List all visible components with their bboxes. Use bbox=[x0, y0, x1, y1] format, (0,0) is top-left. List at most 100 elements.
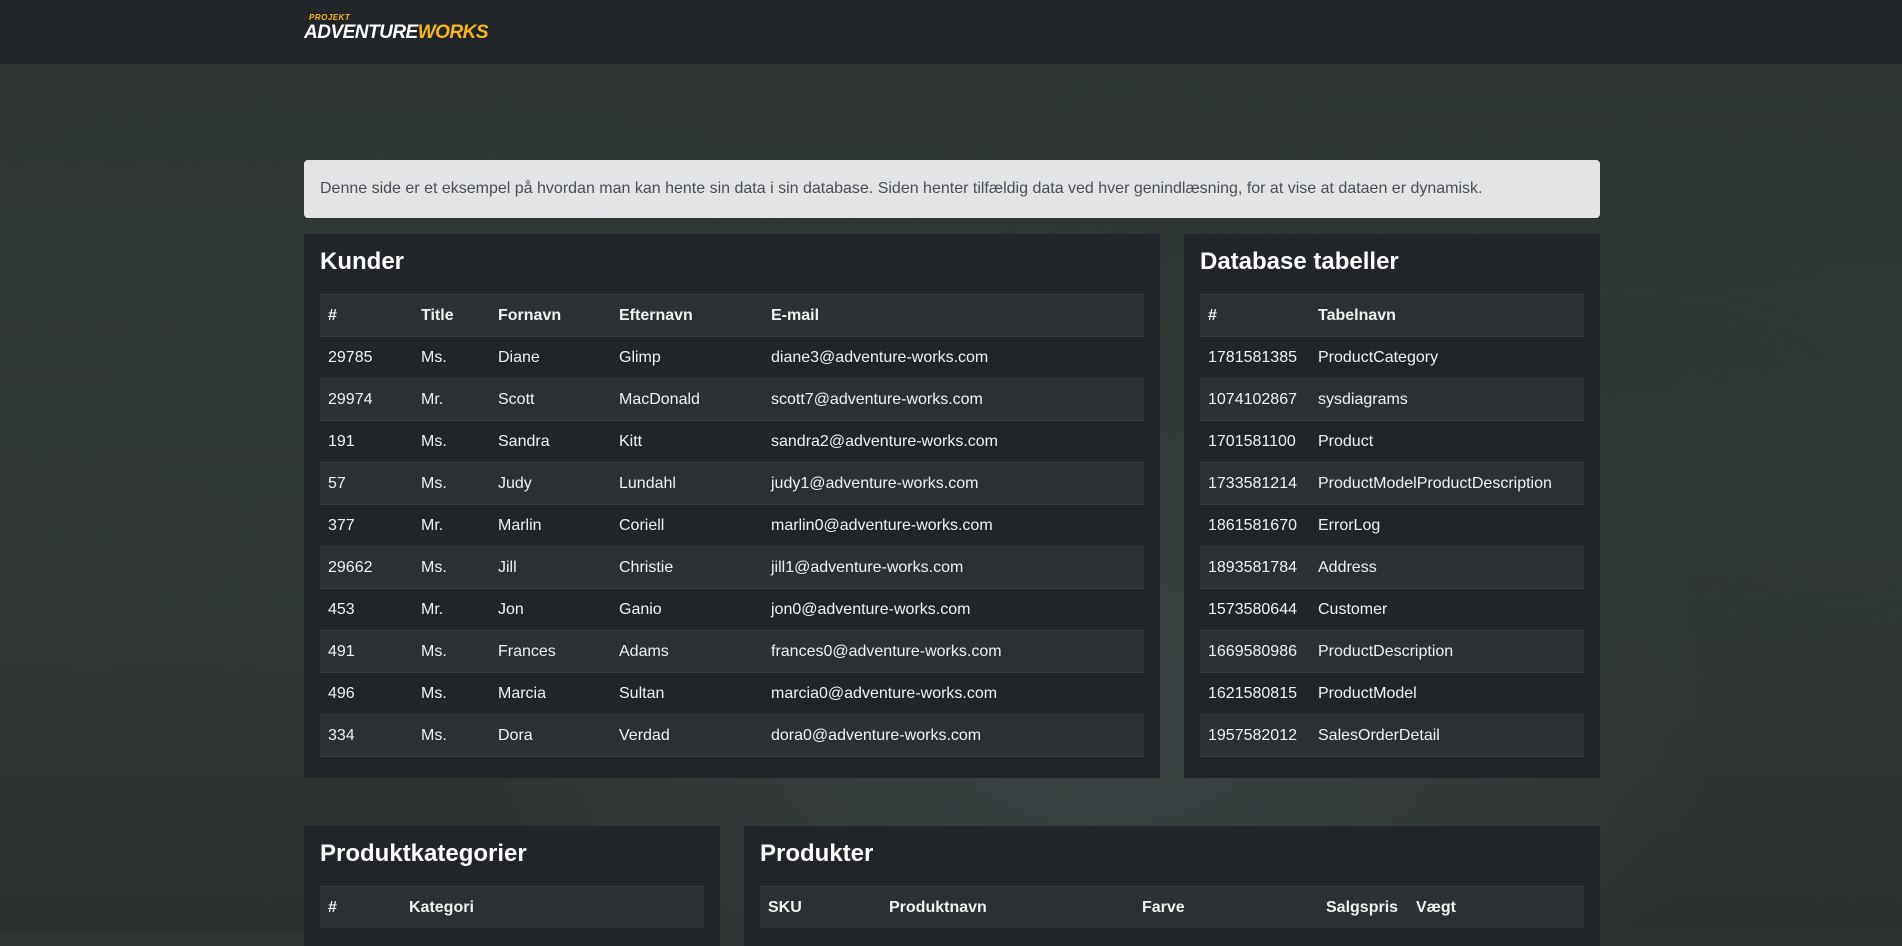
table-row: 1861581670 ErrorLog bbox=[1200, 504, 1584, 547]
table-cell: Coriell bbox=[611, 504, 763, 547]
table-cell: dora0@adventure-works.com bbox=[763, 714, 1144, 757]
table-cell: sandra2@adventure-works.com bbox=[763, 420, 1144, 463]
table-cell: Judy bbox=[490, 462, 611, 505]
table-cell: marcia0@adventure-works.com bbox=[763, 672, 1144, 715]
table-cell: ErrorLog bbox=[1310, 504, 1584, 547]
table-cell: 191 bbox=[320, 420, 413, 463]
table-cell: Frances bbox=[490, 630, 611, 673]
table-cell: Ms. bbox=[413, 714, 490, 757]
table-cell: 496 bbox=[320, 672, 413, 715]
table-row: 377 Mr. Marlin Coriell marlin0@adventure-wor… bbox=[320, 504, 1144, 547]
table-cell: Dora bbox=[490, 714, 611, 757]
table-cell: 1893581784 bbox=[1200, 546, 1310, 589]
table-row: 453 Mr. Jon Ganio jon0@adventure-works.com bbox=[320, 588, 1144, 631]
products-title: Produkter bbox=[760, 840, 874, 867]
db-tables-panel: Database tabeller # Tabelnavn 1781581385 P… bbox=[1184, 234, 1600, 778]
table-cell: diane3@adventure-works.com bbox=[763, 336, 1144, 379]
table-row: 1781581385 ProductCategory bbox=[1200, 336, 1584, 379]
adventureworks-logo[interactable]: PROJEKT ADVENTUREWORKS bbox=[304, 14, 489, 43]
table-cell: scott7@adventure-works.com bbox=[763, 378, 1144, 421]
table-cell: 1701581100 bbox=[1200, 420, 1310, 463]
table-cell: Ms. bbox=[413, 462, 490, 505]
column-header: Efternavn bbox=[611, 294, 763, 337]
table-cell: Mr. bbox=[413, 378, 490, 421]
table-cell: Product bbox=[1310, 420, 1584, 463]
table-cell: frances0@adventure-works.com bbox=[763, 630, 1144, 673]
table-cell: 334 bbox=[320, 714, 413, 757]
logo-word-works: WORKS bbox=[417, 22, 489, 43]
table-cell: Mr. bbox=[413, 588, 490, 631]
table-cell: Kitt bbox=[611, 420, 763, 463]
categories-panel: Produktkategorier # Kategori bbox=[304, 826, 720, 946]
table-cell: marlin0@adventure-works.com bbox=[763, 504, 1144, 547]
column-header: Title bbox=[413, 294, 490, 337]
table-row: 1573580644 Customer bbox=[1200, 588, 1584, 631]
table-cell: Christie bbox=[611, 546, 763, 589]
table-cell: sysdiagrams bbox=[1310, 378, 1584, 421]
table-cell: Adams bbox=[611, 630, 763, 673]
column-header: Produktnavn bbox=[881, 886, 1134, 928]
table-cell: 29785 bbox=[320, 336, 413, 379]
table-cell: Lundahl bbox=[611, 462, 763, 505]
table-row: 29785 Ms. Diane Glimp diane3@adventure-works… bbox=[320, 336, 1144, 379]
table-cell: 377 bbox=[320, 504, 413, 547]
table-cell: Diane bbox=[490, 336, 611, 379]
table-row: 57 Ms. Judy Lundahl judy1@adventure-works.co… bbox=[320, 462, 1144, 505]
table-cell: Mr. bbox=[413, 504, 490, 547]
table-cell: 57 bbox=[320, 462, 413, 505]
table-row: 491 Ms. Frances Adams frances0@adventure-wor… bbox=[320, 630, 1144, 673]
table-cell: Ms. bbox=[413, 336, 490, 379]
table-cell: 1621580815 bbox=[1200, 672, 1310, 715]
table-cell: judy1@adventure-works.com bbox=[763, 462, 1144, 505]
table-header-row: # Tabelnavn bbox=[1200, 294, 1584, 337]
table-cell: ProductModelProductDescription bbox=[1310, 462, 1584, 505]
table-cell: Marcia bbox=[490, 672, 611, 715]
table-cell: Sultan bbox=[611, 672, 763, 715]
column-header: # bbox=[1200, 294, 1310, 337]
table-cell: MacDonald bbox=[611, 378, 763, 421]
column-header: Farve bbox=[1134, 886, 1318, 928]
logo-wordmark: ADVENTUREWORKS bbox=[304, 22, 489, 43]
table-cell: Ganio bbox=[611, 588, 763, 631]
customers-table: # Title Fornavn Efternavn E-mail 29785 Ms. Dia… bbox=[320, 294, 1144, 757]
table-cell: Jill bbox=[490, 546, 611, 589]
table-cell: ProductDescription bbox=[1310, 630, 1584, 673]
table-cell: ProductCategory bbox=[1310, 336, 1584, 379]
customers-title: Kunder bbox=[320, 248, 404, 275]
table-cell: Ms. bbox=[413, 420, 490, 463]
info-alert: Denne side er et eksempel på hvordan man… bbox=[304, 160, 1600, 218]
table-cell: SalesOrderDetail bbox=[1310, 714, 1584, 757]
table-cell: 1669580986 bbox=[1200, 630, 1310, 673]
categories-title: Produktkategorier bbox=[320, 840, 527, 867]
table-cell: Glimp bbox=[611, 336, 763, 379]
column-header: Salgspris bbox=[1318, 886, 1408, 928]
navbar: PROJEKT ADVENTUREWORKS bbox=[0, 0, 1902, 64]
column-header: Vægt bbox=[1408, 886, 1584, 928]
table-cell: 1861581670 bbox=[1200, 504, 1310, 547]
table-cell: Address bbox=[1310, 546, 1584, 589]
table-cell: 1781581385 bbox=[1200, 336, 1310, 379]
column-header: Fornavn bbox=[490, 294, 611, 337]
customers-panel: Kunder # Title Fornavn Efternavn E-mail 2978… bbox=[304, 234, 1160, 778]
table-cell: Customer bbox=[1310, 588, 1584, 631]
table-cell: jon0@adventure-works.com bbox=[763, 588, 1144, 631]
table-row: 1074102867 sysdiagrams bbox=[1200, 378, 1584, 421]
column-header: E-mail bbox=[763, 294, 1144, 337]
categories-table: # Kategori bbox=[320, 886, 704, 928]
table-header-row: # Kategori bbox=[320, 886, 704, 928]
table-cell: Scott bbox=[490, 378, 611, 421]
table-header-row: # Title Fornavn Efternavn E-mail bbox=[320, 294, 1144, 337]
column-header: Kategori bbox=[401, 886, 704, 928]
table-cell: 1573580644 bbox=[1200, 588, 1310, 631]
column-header: # bbox=[320, 886, 401, 928]
table-cell: 29662 bbox=[320, 546, 413, 589]
table-cell: Ms. bbox=[413, 630, 490, 673]
table-row: 29974 Mr. Scott MacDonald scott7@adventure-w… bbox=[320, 378, 1144, 421]
products-table: SKU Produktnavn Farve Salgspris Vægt bbox=[760, 886, 1584, 928]
table-row: 334 Ms. Dora Verdad dora0@adventure-works.co… bbox=[320, 714, 1144, 757]
column-header: # bbox=[320, 294, 413, 337]
table-cell: 453 bbox=[320, 588, 413, 631]
table-row: 1669580986 ProductDescription bbox=[1200, 630, 1584, 673]
table-row: 29662 Ms. Jill Christie jill1@adventure-work… bbox=[320, 546, 1144, 589]
table-cell: ProductModel bbox=[1310, 672, 1584, 715]
